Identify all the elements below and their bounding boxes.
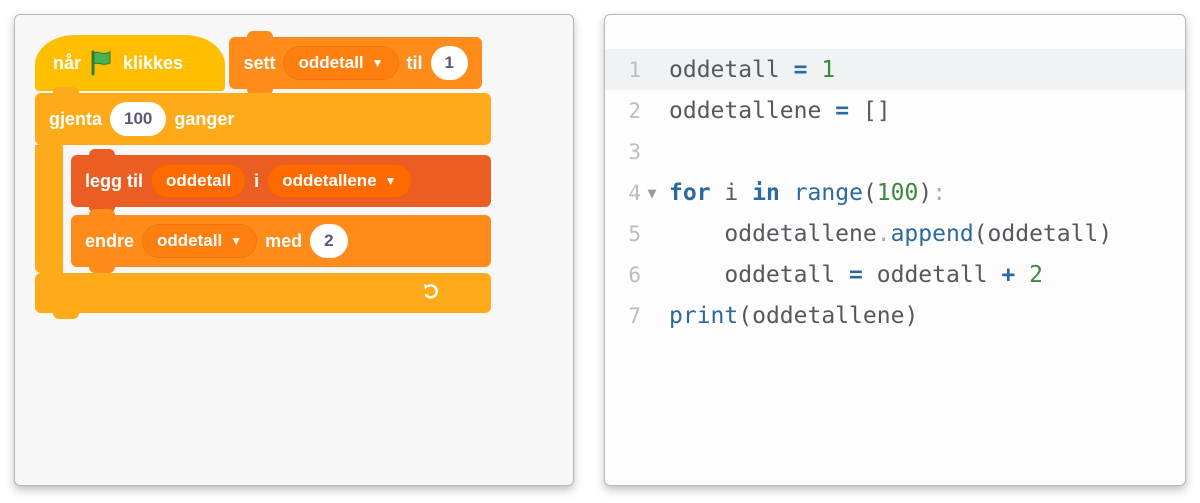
change-value-input[interactable]: 2 xyxy=(310,224,347,258)
add-item-reporter[interactable]: oddetall xyxy=(151,164,246,198)
repeat-block[interactable]: gjenta 100 ganger legg til oddetall i od… xyxy=(35,93,491,313)
flag-icon xyxy=(90,50,114,76)
repeat-footer xyxy=(35,273,491,313)
line-number: 5 xyxy=(605,222,643,246)
line-number: 2 xyxy=(605,99,643,123)
hat-block-when-flag-clicked[interactable]: når klikkes xyxy=(35,35,225,91)
code-editor-panel: 1 oddetall = 1 2 oddetallene = [] 3 4▼for i i… xyxy=(604,14,1186,486)
chevron-down-icon: ▼ xyxy=(385,174,397,188)
repeat-side xyxy=(35,145,63,273)
code-line[interactable]: 5 oddetallene.append(oddetall) xyxy=(605,213,1185,254)
hat-prefix-label: når xyxy=(53,53,81,74)
code-line[interactable]: 6 oddetall = oddetall + 2 xyxy=(605,254,1185,295)
repeat-times-keyword: ganger xyxy=(174,109,234,130)
code-content: for i in range(100): xyxy=(661,180,946,206)
code-content: oddetallene = [] xyxy=(661,98,891,124)
variable-dropdown-oddetall-2[interactable]: oddetall ▼ xyxy=(142,224,257,258)
repeat-header[interactable]: gjenta 100 ganger xyxy=(35,93,491,145)
variable-dropdown-oddetall[interactable]: oddetall ▼ xyxy=(283,46,398,80)
change-by-keyword: med xyxy=(265,231,302,252)
repeat-keyword: gjenta xyxy=(49,109,102,130)
code-line[interactable]: 1 oddetall = 1 xyxy=(605,49,1185,90)
change-variable-block[interactable]: endre oddetall ▼ med 2 xyxy=(71,215,491,267)
line-number: 4 xyxy=(605,181,643,205)
chevron-down-icon: ▼ xyxy=(372,56,384,70)
change-keyword: endre xyxy=(85,231,134,252)
add-to-list-block[interactable]: legg til oddetall i oddetallene ▼ xyxy=(71,155,491,207)
variable-name-label: oddetall xyxy=(298,53,363,73)
fold-marker[interactable]: ▼ xyxy=(643,184,661,202)
code-content: oddetall = oddetall + 2 xyxy=(661,262,1043,288)
list-dropdown-oddetallene[interactable]: oddetallene ▼ xyxy=(267,164,411,198)
line-number: 6 xyxy=(605,263,643,287)
line-number: 1 xyxy=(605,58,643,82)
line-number: 3 xyxy=(605,140,643,164)
chevron-down-icon: ▼ xyxy=(230,234,242,248)
set-variable-block[interactable]: sett oddetall ▼ til 1 xyxy=(229,37,482,89)
code-line[interactable]: 4▼for i in range(100): xyxy=(605,172,1185,213)
code-editor[interactable]: 1 oddetall = 1 2 oddetallene = [] 3 4▼for i i… xyxy=(605,49,1185,336)
set-to-keyword: til xyxy=(407,53,423,74)
code-content: oddetall = 1 xyxy=(661,57,835,83)
repeat-count-input[interactable]: 100 xyxy=(110,102,166,136)
set-value-input[interactable]: 1 xyxy=(431,46,468,80)
list-name-label: oddetallene xyxy=(282,171,376,191)
repeat-body: legg til oddetall i oddetallene ▼ endre … xyxy=(63,145,491,273)
set-keyword: sett xyxy=(243,53,275,74)
code-content: print(oddetallene) xyxy=(661,303,918,329)
code-line[interactable]: 7 print(oddetallene) xyxy=(605,295,1185,336)
code-line[interactable]: 2 oddetallene = [] xyxy=(605,90,1185,131)
code-line[interactable]: 3 xyxy=(605,131,1185,172)
hat-suffix-label: klikkes xyxy=(123,53,183,74)
add-keyword: legg til xyxy=(85,171,143,192)
add-item-label: oddetall xyxy=(166,171,231,191)
add-in-keyword: i xyxy=(254,171,259,192)
variable-name-label: oddetall xyxy=(157,231,222,251)
line-number: 7 xyxy=(605,304,643,328)
scratch-panel: når klikkes sett oddetall ▼ til 1 gjenta… xyxy=(14,14,574,486)
code-content: oddetallene.append(oddetall) xyxy=(661,221,1112,247)
loop-arrow-icon xyxy=(421,282,443,304)
